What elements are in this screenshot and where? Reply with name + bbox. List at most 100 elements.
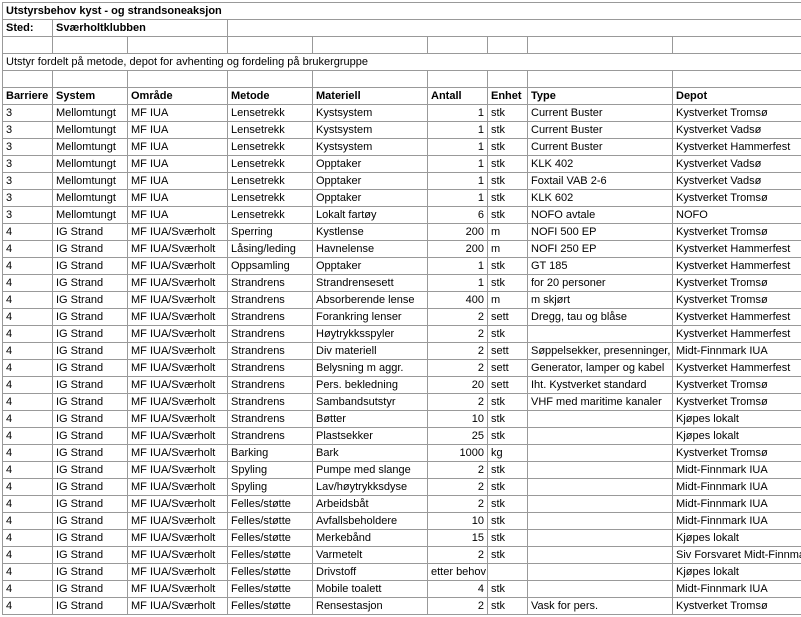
cell-enhet: stk: [488, 190, 528, 207]
cell-metode: Lensetrekk: [228, 190, 313, 207]
cell-type: [528, 428, 673, 445]
cell-type: [528, 445, 673, 462]
equipment-table: Utstyrsbehov kyst - og strandsoneaksjon …: [2, 2, 801, 615]
cell-omrade: MF IUA/Sværholt: [128, 581, 228, 598]
cell-depot: Kystverket Hammerfest: [673, 241, 801, 258]
cell-type: [528, 564, 673, 581]
cell-type: [528, 496, 673, 513]
cell-barriere: 3: [3, 139, 53, 156]
cell-materiell: Opptaker: [313, 190, 428, 207]
cell-barriere: 4: [3, 326, 53, 343]
cell-antall: 2: [428, 343, 488, 360]
cell-omrade: MF IUA/Sværholt: [128, 564, 228, 581]
header-antall: Antall: [428, 88, 488, 105]
cell-antall: 6: [428, 207, 488, 224]
cell-omrade: MF IUA/Sværholt: [128, 292, 228, 309]
table-row: 4IG StrandMF IUA/SværholtFelles/støtteDr…: [3, 564, 801, 581]
cell-materiell: Plastsekker: [313, 428, 428, 445]
cell-system: IG Strand: [53, 241, 128, 258]
cell-enhet: sett: [488, 377, 528, 394]
table-row: 3MellomtungtMF IUALensetrekkLokalt fartø…: [3, 207, 801, 224]
cell-omrade: MF IUA/Sværholt: [128, 309, 228, 326]
cell-metode: Felles/støtte: [228, 496, 313, 513]
cell-depot: Siv Forsvaret Midt-Finnmark: [673, 547, 801, 564]
cell-metode: Strandrens: [228, 428, 313, 445]
cell-antall: 1: [428, 105, 488, 122]
cell-omrade: MF IUA: [128, 156, 228, 173]
cell-type: KLK 602: [528, 190, 673, 207]
table-row: 4IG StrandMF IUA/SværholtFelles/støtteAv…: [3, 513, 801, 530]
cell-omrade: MF IUA/Sværholt: [128, 598, 228, 615]
cell-enhet: stk: [488, 207, 528, 224]
cell-omrade: MF IUA/Sværholt: [128, 377, 228, 394]
cell-system: IG Strand: [53, 394, 128, 411]
header-depot: Depot: [673, 88, 801, 105]
cell-system: IG Strand: [53, 445, 128, 462]
cell-omrade: MF IUA/Sværholt: [128, 258, 228, 275]
cell-omrade: MF IUA: [128, 139, 228, 156]
cell-enhet: stk: [488, 411, 528, 428]
table-row: 4IG StrandMF IUA/SværholtStrandrensAbsor…: [3, 292, 801, 309]
table-row: 3MellomtungtMF IUALensetrekkKystsystem1s…: [3, 105, 801, 122]
cell-omrade: MF IUA/Sværholt: [128, 224, 228, 241]
cell-type: [528, 326, 673, 343]
cell-antall: 2: [428, 547, 488, 564]
cell-barriere: 3: [3, 190, 53, 207]
cell-system: IG Strand: [53, 360, 128, 377]
cell-system: Mellomtungt: [53, 156, 128, 173]
cell-system: IG Strand: [53, 411, 128, 428]
table-row: 4IG StrandMF IUA/SværholtFelles/støtteMe…: [3, 530, 801, 547]
table-row: 4IG StrandMF IUA/SværholtStrandrensBelys…: [3, 360, 801, 377]
title-row: Utstyrsbehov kyst - og strandsoneaksjon: [3, 3, 801, 20]
cell-metode: Felles/støtte: [228, 513, 313, 530]
cell-depot: Midt-Finnmark IUA: [673, 479, 801, 496]
cell-omrade: MF IUA: [128, 173, 228, 190]
cell-omrade: MF IUA: [128, 190, 228, 207]
cell-system: IG Strand: [53, 581, 128, 598]
cell-barriere: 4: [3, 445, 53, 462]
cell-materiell: Absorberende lense: [313, 292, 428, 309]
cell-antall: 10: [428, 513, 488, 530]
cell-omrade: MF IUA/Sværholt: [128, 394, 228, 411]
cell-metode: Felles/støtte: [228, 547, 313, 564]
table-row: 4IG StrandMF IUA/SværholtSpylingLav/høyt…: [3, 479, 801, 496]
cell-metode: Strandrens: [228, 394, 313, 411]
cell-metode: Strandrens: [228, 292, 313, 309]
table-row: 4IG StrandMF IUA/SværholtStrandrensPers.…: [3, 377, 801, 394]
cell-antall: 4: [428, 581, 488, 598]
table-row: 4IG StrandMF IUA/SværholtSperringKystlen…: [3, 224, 801, 241]
empty-cell: [228, 20, 801, 37]
cell-barriere: 3: [3, 156, 53, 173]
cell-materiell: Drivstoff: [313, 564, 428, 581]
table-row: 4IG StrandMF IUA/SværholtStrandrensPlast…: [3, 428, 801, 445]
cell-enhet: stk: [488, 513, 528, 530]
cell-materiell: Arbeidsbåt: [313, 496, 428, 513]
cell-type: [528, 530, 673, 547]
table-row: 4IG StrandMF IUA/SværholtStrandrensForan…: [3, 309, 801, 326]
cell-system: Mellomtungt: [53, 122, 128, 139]
cell-metode: Lensetrekk: [228, 173, 313, 190]
cell-barriere: 4: [3, 411, 53, 428]
cell-type: [528, 581, 673, 598]
cell-type: NOFI 250 EP: [528, 241, 673, 258]
cell-metode: Strandrens: [228, 309, 313, 326]
header-barriere: Barriere: [3, 88, 53, 105]
cell-metode: Strandrens: [228, 360, 313, 377]
cell-depot: Kystverket Tromsø: [673, 377, 801, 394]
cell-type: [528, 462, 673, 479]
cell-metode: Felles/støtte: [228, 581, 313, 598]
cell-materiell: Bark: [313, 445, 428, 462]
cell-metode: Strandrens: [228, 411, 313, 428]
cell-metode: Felles/støtte: [228, 530, 313, 547]
cell-type: Vask for pers.: [528, 598, 673, 615]
cell-barriere: 3: [3, 122, 53, 139]
table-row: 4IG StrandMF IUA/SværholtFelles/støtteAr…: [3, 496, 801, 513]
cell-system: IG Strand: [53, 428, 128, 445]
cell-type: Current Buster: [528, 122, 673, 139]
table-row: 4IG StrandMF IUA/SværholtStrandrensStran…: [3, 275, 801, 292]
cell-barriere: 4: [3, 343, 53, 360]
cell-depot: Kjøpes lokalt: [673, 564, 801, 581]
cell-system: IG Strand: [53, 275, 128, 292]
cell-type: GT 185: [528, 258, 673, 275]
cell-metode: Lensetrekk: [228, 207, 313, 224]
